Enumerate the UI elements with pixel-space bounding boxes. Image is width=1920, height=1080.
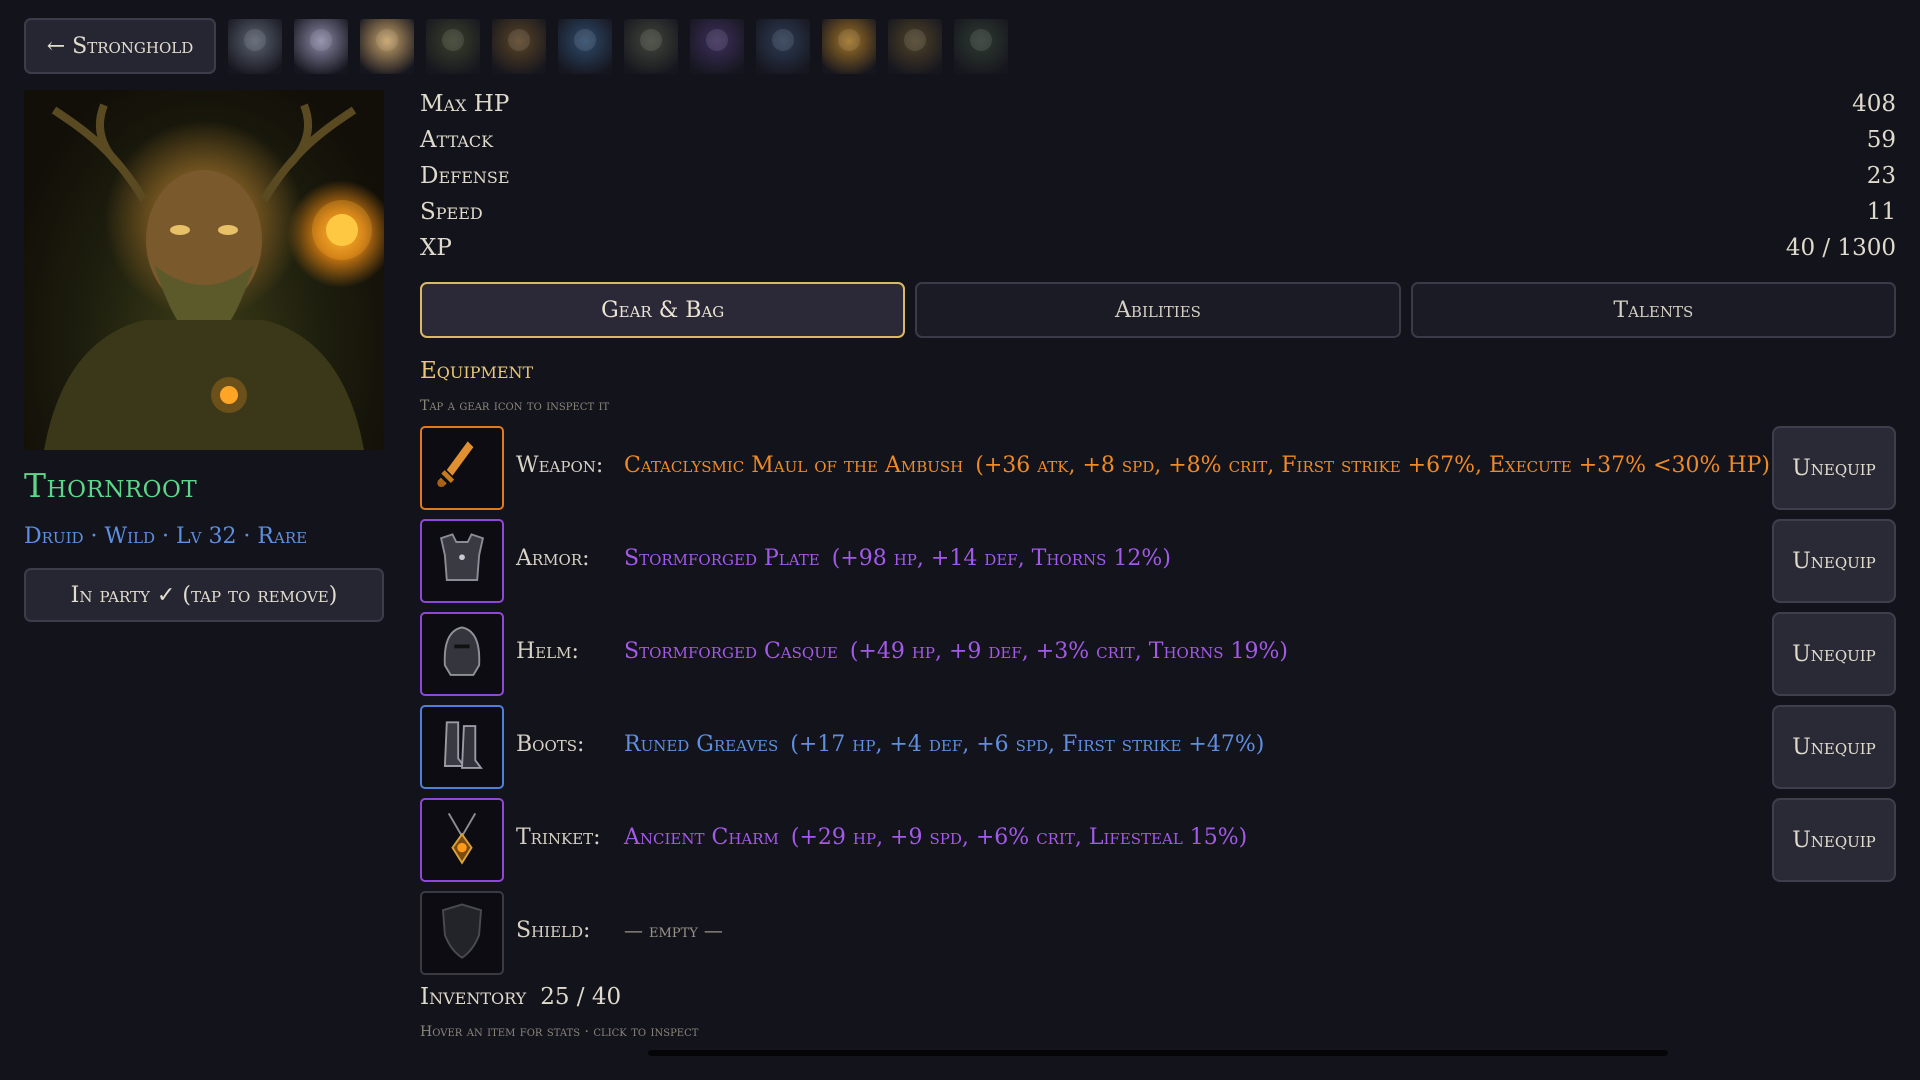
party-portrait-strip <box>228 19 1008 74</box>
tab-gear-bag[interactable]: Gear & Bag <box>420 282 906 338</box>
party-portrait-2-icon[interactable] <box>294 19 348 74</box>
equipment-row-empty: Shield: — empty — <box>420 891 1896 984</box>
stat-row: XP 40 / 1300 <box>420 230 1896 266</box>
inventory-scrollbar[interactable] <box>648 1050 1668 1056</box>
equipment-slot-icon-button[interactable] <box>420 519 504 603</box>
equipment-slot-label: Armor: <box>516 546 590 571</box>
item-name: Stormforged Plate <box>624 546 820 571</box>
inventory-title: Inventory <box>420 984 527 1010</box>
stat-label: Max HP <box>420 91 510 117</box>
boots-icon <box>443 721 483 769</box>
equipment-title: Equipment <box>420 358 534 384</box>
stat-value: 23 <box>1866 163 1896 189</box>
stat-value: 40 / 1300 <box>1785 235 1896 261</box>
equipment-item-text: Stormforged Plate (+98 hp, +14 def, Thorn… <box>624 546 1171 571</box>
party-portrait-12-icon[interactable] <box>954 19 1008 74</box>
equipment-list: Weapon: Cataclysmic Maul of the Ambush (+3… <box>420 426 1896 984</box>
party-portrait-10-icon[interactable] <box>822 19 876 74</box>
stats-panel: Max HP 408 Attack 59 Defense 23 Speed 11 XP 40 / … <box>420 86 1896 266</box>
tab-talents[interactable]: Talents <box>1410 282 1896 338</box>
stat-row: Max HP 408 <box>420 86 1896 122</box>
item-stats: (+36 atk, +8 spd, +8% crit, First strike… <box>975 453 1770 478</box>
equipment-item-text: Runed Greaves (+17 hp, +4 def, +6 spd, Fi… <box>624 732 1264 757</box>
equipment-slot-label: Weapon: <box>516 453 604 478</box>
amulet-icon <box>447 812 477 865</box>
helm-icon <box>443 626 481 676</box>
stat-row: Speed 11 <box>420 194 1896 230</box>
inventory-count: 25 / 40 <box>540 984 622 1010</box>
stat-label: Attack <box>420 127 494 153</box>
equipment-row: Boots: Runed Greaves (+17 hp, +4 def, +6 s… <box>420 705 1896 798</box>
party-toggle-button[interactable]: In party ✓ (tap to remove) <box>24 568 384 622</box>
equipment-item-text: Ancient Charm (+29 hp, +9 spd, +6% crit, … <box>624 825 1247 850</box>
stat-row: Attack 59 <box>420 122 1896 158</box>
party-portrait-8-icon[interactable] <box>690 19 744 74</box>
item-name: Cataclysmic Maul of the Ambush <box>624 453 964 478</box>
hero-name: Thornroot <box>24 466 198 505</box>
stat-row: Defense 23 <box>420 158 1896 194</box>
unequip-button[interactable]: Unequip <box>1772 426 1896 510</box>
party-portrait-6-icon[interactable] <box>558 19 612 74</box>
party-portrait-5-icon[interactable] <box>492 19 546 74</box>
equipment-slot-label: Shield: <box>516 918 591 943</box>
item-name: Stormforged Casque <box>624 639 838 664</box>
inventory-header: Inventory 25 / 40 <box>420 984 621 1010</box>
stat-value: 59 <box>1866 127 1896 153</box>
equipment-slot-icon-button[interactable] <box>420 426 504 510</box>
back-to-stronghold-button[interactable]: ← Stronghold <box>24 18 216 74</box>
equipment-slot-icon-button[interactable] <box>420 891 504 975</box>
equipment-slot-icon-button[interactable] <box>420 612 504 696</box>
hero-portrait <box>24 90 384 450</box>
equipment-row: Armor: Stormforged Plate (+98 hp, +14 def,… <box>420 519 1896 612</box>
unequip-button[interactable]: Unequip <box>1772 519 1896 603</box>
equipment-slot-label: Helm: <box>516 639 579 664</box>
item-stats: (+29 hp, +9 spd, +6% crit, Lifesteal 15%… <box>790 825 1248 850</box>
stat-label: Defense <box>420 163 510 189</box>
party-portrait-9-icon[interactable] <box>756 19 810 74</box>
item-stats: (+17 hp, +4 def, +6 spd, First strike +4… <box>790 732 1265 757</box>
party-portrait-1-icon[interactable] <box>228 19 282 74</box>
chestplate-icon <box>439 533 485 581</box>
inventory-hint: Hover an item for stats · click to inspe… <box>420 1024 699 1040</box>
hero-class-line: Druid · Wild · Lv 32 · Rare <box>24 524 308 549</box>
item-stats: (+98 hp, +14 def, Thorns 12%) <box>831 546 1171 571</box>
party-portrait-7-icon[interactable] <box>624 19 678 74</box>
unequip-button[interactable]: Unequip <box>1772 705 1896 789</box>
equipment-row: Helm: Stormforged Casque (+49 hp, +9 def, … <box>420 612 1896 705</box>
stat-value: 408 <box>1852 91 1896 117</box>
empty-slot-text: — empty — <box>624 920 723 942</box>
stat-label: XP <box>420 235 452 261</box>
item-stats: (+49 hp, +9 def, +3% crit, Thorns 19%) <box>849 639 1289 664</box>
druid-portrait-icon <box>44 103 372 450</box>
stat-value: 11 <box>1866 199 1896 225</box>
equipment-slot-icon-button[interactable] <box>420 705 504 789</box>
equipment-slot-label: Boots: <box>516 732 585 757</box>
unequip-button[interactable]: Unequip <box>1772 798 1896 882</box>
shield-icon <box>441 903 483 959</box>
item-name: Runed Greaves <box>624 732 779 757</box>
tab-bar: Gear & Bag Abilities Talents <box>420 282 1896 338</box>
equipment-slot-label: Trinket: <box>516 825 601 850</box>
item-name: Ancient Charm <box>624 825 779 850</box>
equipment-row: Trinket: Ancient Charm (+29 hp, +9 spd, +6… <box>420 798 1896 891</box>
equipment-item-text: Stormforged Casque (+49 hp, +9 def, +3% c… <box>624 639 1288 664</box>
party-portrait-3-icon[interactable] <box>360 19 414 74</box>
party-portrait-11-icon[interactable] <box>888 19 942 74</box>
tab-abilities[interactable]: Abilities <box>915 282 1401 338</box>
unequip-button[interactable]: Unequip <box>1772 612 1896 696</box>
party-portrait-4-icon[interactable] <box>426 19 480 74</box>
sword-icon <box>437 441 474 487</box>
equipment-row: Weapon: Cataclysmic Maul of the Ambush (+3… <box>420 426 1896 519</box>
equipment-item-text: Cataclysmic Maul of the Ambush (+36 atk, … <box>624 453 1770 478</box>
equipment-slot-icon-button[interactable] <box>420 798 504 882</box>
stat-label: Speed <box>420 199 483 225</box>
equipment-hint: Tap a gear icon to inspect it <box>420 398 610 414</box>
